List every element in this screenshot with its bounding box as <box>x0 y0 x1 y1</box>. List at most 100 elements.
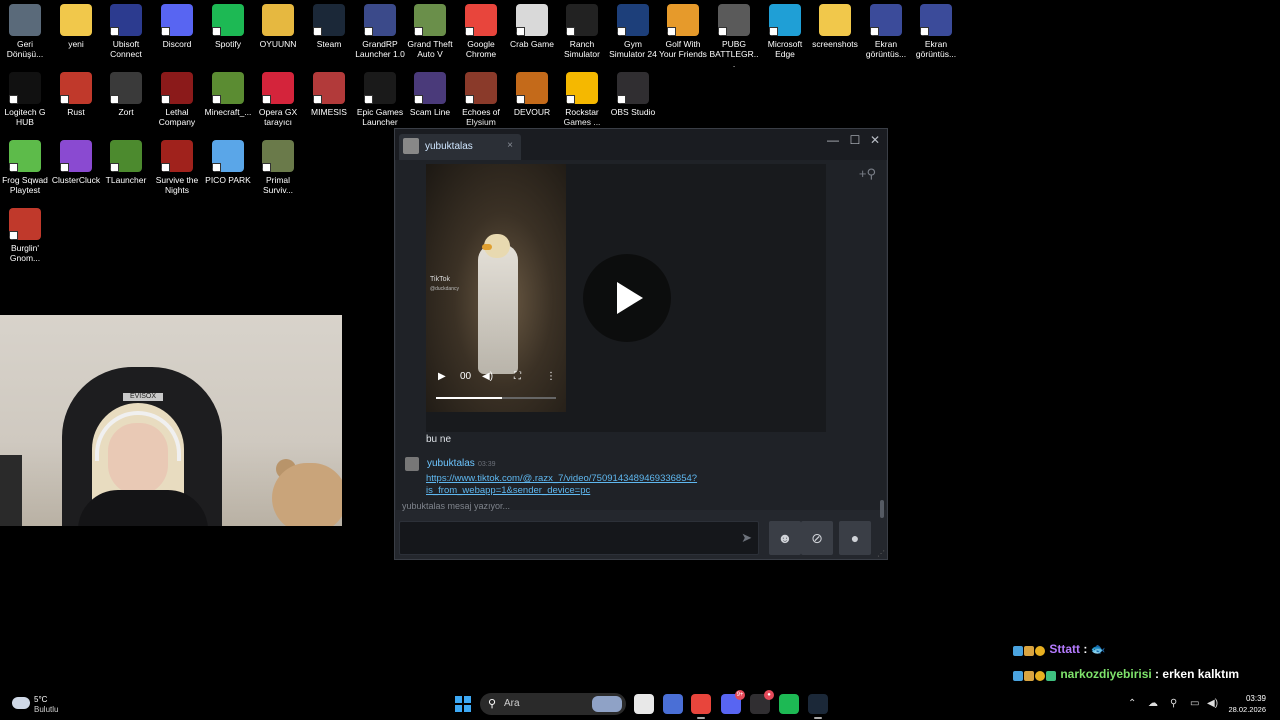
shortcut-arrow-icon <box>617 95 626 104</box>
desktop-icon[interactable]: Google Chrome <box>456 4 506 59</box>
shortcut-arrow-icon <box>212 163 221 172</box>
clock-date[interactable]: 28.02.2026 <box>1228 705 1266 714</box>
taskbar-app-ubisoft[interactable] <box>663 694 683 714</box>
microphone-icon[interactable]: ⚲ <box>1170 698 1177 709</box>
play-small-icon[interactable]: ▶ <box>438 371 446 382</box>
desktop-icon[interactable]: ClusterCluck <box>51 140 101 185</box>
desktop-icon[interactable]: Survive the Nights <box>152 140 202 195</box>
desktop-icon[interactable]: Lethal Company <box>152 72 202 127</box>
desktop-icon[interactable]: OYUUNN <box>253 4 303 49</box>
attach-button[interactable]: ⊘ <box>801 521 833 555</box>
video-thumbnail[interactable]: TikTok @duckdancy ▶ 00 ◀) ⛶ ⋮ <box>426 164 566 412</box>
start-button[interactable] <box>455 696 471 712</box>
desktop-icon-label: Ekran görüntüs... <box>865 39 907 59</box>
video-controls[interactable]: ▶ 00 ◀) ⛶ ⋮ <box>426 371 566 411</box>
desktop-icon[interactable]: DEVOUR <box>507 72 557 117</box>
desktop-icon[interactable]: PUBG BATTLEGR... <box>709 4 759 69</box>
send-icon[interactable]: ➤ <box>741 530 752 546</box>
shortcut-arrow-icon <box>313 27 322 36</box>
desktop-icon[interactable]: Opera GX tarayıcı <box>253 72 303 127</box>
desktop-icon[interactable]: Ekran görüntüs... <box>861 4 911 59</box>
shortcut-arrow-icon <box>9 231 18 240</box>
desktop-icon[interactable]: Ubisoft Connect <box>101 4 151 59</box>
desktop-icon[interactable]: Echoes of Elysium <box>456 72 506 127</box>
desktop-icon[interactable]: Ranch Simulator <box>557 4 607 59</box>
desktop-icon-label: Lethal Company <box>158 107 196 127</box>
taskbar-search[interactable]: ⚲ Ara <box>480 693 626 715</box>
desktop-icon[interactable]: Rockstar Games ... <box>557 72 607 127</box>
desktop-icon[interactable]: Microsoft Edge <box>760 4 810 59</box>
taskbar-app-chrome[interactable] <box>691 694 711 719</box>
clock-time[interactable]: 03:39 <box>1246 694 1266 703</box>
steam-chat-window[interactable]: yubuktalas × — ☐ ✕ TikTok @duckdancy ▶ 0… <box>394 128 888 560</box>
volume-icon[interactable]: ◀) <box>1207 698 1218 709</box>
desktop-icon-label: GrandRP Launcher 1.0 <box>355 39 405 59</box>
more-options-icon[interactable]: ⋮ <box>546 371 556 382</box>
cloud-icon[interactable] <box>12 697 30 709</box>
onedrive-icon[interactable]: ☁ <box>1148 698 1158 709</box>
chevron-up-icon[interactable]: ⌃ <box>1128 698 1136 709</box>
desktop-icon[interactable]: Minecraft_... <box>203 72 253 117</box>
desktop-icon[interactable]: MIMESIS <box>304 72 354 117</box>
taskbar-app-file-explorer[interactable] <box>634 694 654 714</box>
desktop-icon-label: screenshots <box>812 39 858 49</box>
volume-icon[interactable]: ◀) <box>482 371 493 382</box>
chat-message-area[interactable]: TikTok @duckdancy ▶ 00 ◀) ⛶ ⋮ +⚲ bu ne y… <box>396 160 886 518</box>
message-link[interactable]: https://www.tiktok.com/@.razx_7/video/75… <box>426 473 726 497</box>
maximize-button[interactable]: ☐ <box>845 131 865 149</box>
video-progress-track[interactable] <box>436 397 556 399</box>
taskbar-app-spotify[interactable] <box>779 694 799 714</box>
desktop-icon[interactable]: Burglin' Gnom... <box>0 208 50 263</box>
taskbar-app-obs[interactable]: ● <box>750 690 774 714</box>
desktop-icon[interactable]: yeni <box>51 4 101 49</box>
desktop-icon[interactable]: Epic Games Launcher <box>355 72 405 127</box>
desktop-icon[interactable]: GrandRP Launcher 1.0 <box>355 4 405 59</box>
desktop-icon[interactable]: Grand Theft Auto V <box>405 4 455 59</box>
message-author[interactable]: yubuktalas <box>427 458 475 469</box>
shortcut-arrow-icon <box>364 27 373 36</box>
desktop-icon[interactable]: screenshots <box>810 4 860 49</box>
desktop-icon[interactable]: Scam Line <box>405 72 455 117</box>
scrollbar[interactable] <box>880 500 884 518</box>
weather-temperature[interactable]: 5°C <box>34 695 47 704</box>
desktop-icon[interactable]: PICO PARK <box>203 140 253 185</box>
close-tab-icon[interactable]: × <box>507 140 513 151</box>
desktop-icon[interactable]: Golf With Your Friends <box>658 4 708 59</box>
screenshot-file-icon <box>870 4 902 36</box>
desktop-icon[interactable]: Steam <box>304 4 354 49</box>
minimize-button[interactable]: — <box>823 131 843 149</box>
network-icon[interactable]: ▭ <box>1190 698 1199 709</box>
desktop-icon-label: Logitech G HUB <box>4 107 46 127</box>
desktop-icon-label: Epic Games Launcher <box>356 107 404 127</box>
play-button[interactable] <box>583 254 671 342</box>
message-input[interactable]: ➤ <box>399 521 759 555</box>
desktop-icon[interactable]: Logitech G HUB <box>0 72 50 127</box>
desktop-icon[interactable]: Crab Game <box>507 4 557 49</box>
resize-grip-icon[interactable]: ⋰ <box>877 549 885 558</box>
taskbar-app-discord[interactable]: 9+ <box>721 690 745 714</box>
desktop-icon[interactable]: TLauncher <box>101 140 151 185</box>
window-titlebar[interactable]: yubuktalas × — ☐ ✕ <box>395 129 887 160</box>
add-friend-icon[interactable]: +⚲ <box>859 166 876 182</box>
close-window-button[interactable]: ✕ <box>865 131 885 149</box>
taskbar-app-steam[interactable] <box>808 694 828 719</box>
desktop-icon[interactable]: Gym Simulator 24 <box>608 4 658 59</box>
desktop-icon[interactable]: Ekran görüntüs... <box>911 4 961 59</box>
video-embed[interactable]: TikTok @duckdancy ▶ 00 ◀) ⛶ ⋮ <box>426 164 826 432</box>
desktop-icon[interactable]: Geri Dönüşü... <box>0 4 50 59</box>
desktop-icon[interactable]: Zort <box>101 72 151 117</box>
gta-icon <box>414 4 446 36</box>
voice-button[interactable]: ● <box>839 521 871 555</box>
desktop-icon[interactable]: Spotify <box>203 4 253 49</box>
desktop-icon[interactable]: Primal Surviv... <box>253 140 303 195</box>
weather-description[interactable]: Bulutlu <box>34 705 58 714</box>
chat-tab-yubuktalas[interactable]: yubuktalas × <box>399 134 521 160</box>
desktop-icon[interactable]: OBS Studio <box>608 72 658 117</box>
desktop-icon[interactable]: Frog Sqwad Playtest <box>0 140 50 195</box>
desktop-icon[interactable]: Rust <box>51 72 101 117</box>
desktop-icon-label: Ubisoft Connect <box>110 39 142 59</box>
windows-logo-tile <box>455 705 462 712</box>
emoji-button[interactable]: ☻ <box>769 521 801 555</box>
fullscreen-icon[interactable]: ⛶ <box>514 371 521 382</box>
desktop-icon[interactable]: Discord <box>152 4 202 49</box>
